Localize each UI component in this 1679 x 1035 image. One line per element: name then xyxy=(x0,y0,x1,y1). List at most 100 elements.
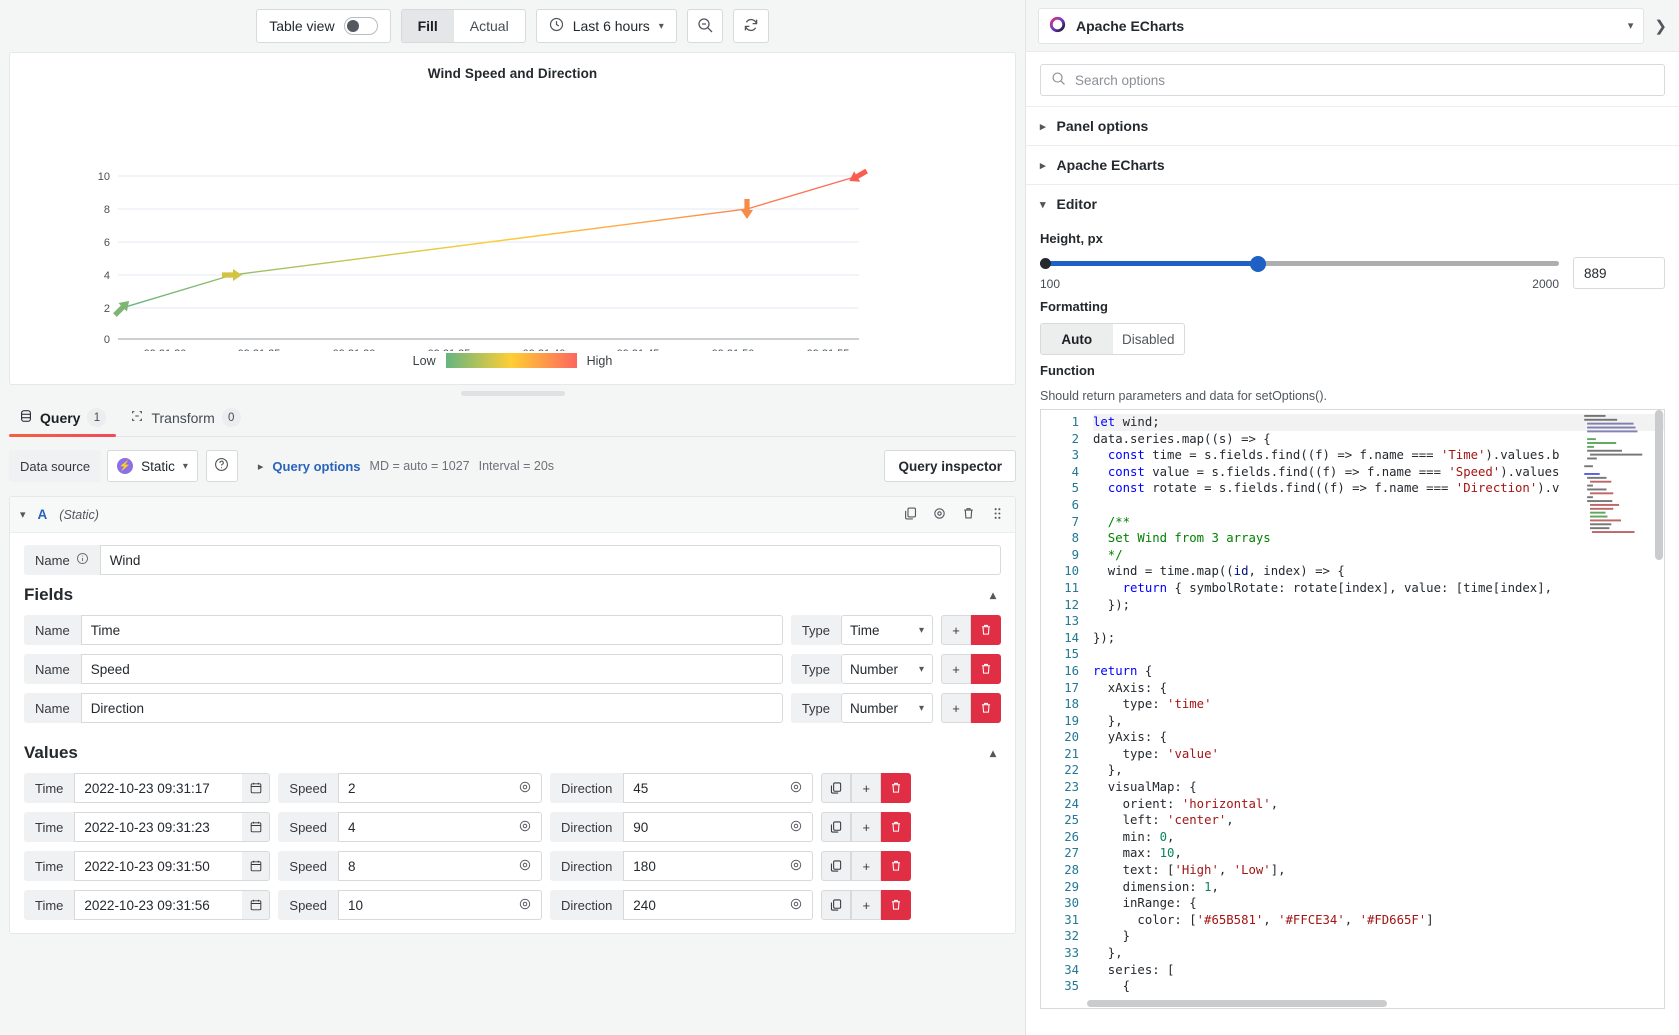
target-icon[interactable] xyxy=(789,780,803,797)
value-speed-input[interactable]: 10 xyxy=(338,890,542,920)
target-icon[interactable] xyxy=(518,897,532,914)
target-icon[interactable] xyxy=(789,897,803,914)
value-direction-input[interactable]: 45 xyxy=(623,773,814,803)
value-direction-input[interactable]: 90 xyxy=(623,812,814,842)
height-slider[interactable] xyxy=(1040,255,1559,273)
formatting-segmented[interactable]: Auto Disabled xyxy=(1040,323,1185,355)
panel-resize-handle[interactable] xyxy=(0,385,1025,398)
formatting-auto-option[interactable]: Auto xyxy=(1041,324,1113,354)
delete-value-button[interactable] xyxy=(881,890,912,920)
duplicate-value-button[interactable] xyxy=(821,851,852,881)
svg-text:4: 4 xyxy=(104,270,110,282)
field-type-label: Type xyxy=(790,615,841,645)
search-options-field[interactable]: Search options xyxy=(1040,64,1665,96)
tab-query[interactable]: Query 1 xyxy=(9,400,117,437)
collapse-query-icon[interactable]: ▾ xyxy=(20,508,26,521)
delete-value-button[interactable] xyxy=(881,851,912,881)
duplicate-value-button[interactable] xyxy=(821,773,852,803)
zoom-out-button[interactable] xyxy=(686,9,723,43)
delete-field-button[interactable] xyxy=(971,615,1001,645)
field-type-select[interactable]: Number ▾ xyxy=(841,693,933,723)
section-apache-echarts-header[interactable]: ▸ Apache ECharts xyxy=(1026,146,1679,184)
datasource-picker[interactable]: ⚡ Static ▾ xyxy=(107,450,198,482)
tab-transform[interactable]: Transform 0 xyxy=(120,400,250,436)
target-icon[interactable] xyxy=(518,780,532,797)
value-time-input[interactable]: 2022-10-23 09:31:50 xyxy=(74,851,243,881)
field-name-input[interactable]: Direction xyxy=(80,693,783,723)
query-options[interactable]: ▸ Query options MD = auto = 1027 Interva… xyxy=(258,459,554,474)
height-number-input[interactable]: 889 xyxy=(1573,257,1665,289)
delete-field-button[interactable] xyxy=(971,654,1001,684)
value-time-input[interactable]: 2022-10-23 09:31:56 xyxy=(74,890,243,920)
slider-knob[interactable] xyxy=(1249,256,1266,272)
refresh-button[interactable] xyxy=(732,9,769,43)
fill-actual-segmented[interactable]: Fill Actual xyxy=(400,9,526,43)
trash-icon[interactable] xyxy=(961,506,976,524)
table-view-switch[interactable] xyxy=(343,17,378,35)
duplicate-value-button[interactable] xyxy=(821,812,852,842)
calendar-icon[interactable] xyxy=(242,773,271,803)
drag-handle-icon[interactable] xyxy=(990,506,1005,524)
value-speed-input[interactable]: 4 xyxy=(338,812,542,842)
query-options-label[interactable]: Query options xyxy=(272,459,360,474)
code-minimap[interactable] xyxy=(1582,413,1660,533)
query-inspector-button[interactable]: Query inspector xyxy=(884,450,1016,482)
datasource-help-button[interactable] xyxy=(205,450,238,482)
field-name-input[interactable]: Time xyxy=(80,615,783,645)
add-field-button[interactable]: + xyxy=(941,654,971,684)
code-editor[interactable]: 1 2 3 4 5 6 7 8 9 10 11 12 13 14 15 16 17 18 19 20 21 22 23 24 2… xyxy=(1040,409,1665,1009)
visualization-picker[interactable]: Apache ECharts ▾ xyxy=(1038,7,1645,44)
field-type-select[interactable]: Number ▾ xyxy=(841,654,933,684)
chevron-down-icon[interactable]: ▾ xyxy=(1628,19,1634,32)
eye-icon[interactable] xyxy=(932,506,947,524)
query-ref-id[interactable]: A xyxy=(38,507,48,522)
add-value-button[interactable]: + xyxy=(851,890,882,920)
echarts-canvas[interactable]: 10 8 6 4 2 0 09:31:20 09:31:25 09:31:30 … xyxy=(10,81,1015,351)
duplicate-value-button[interactable] xyxy=(821,890,852,920)
table-view-toggle[interactable]: Table view xyxy=(256,9,391,43)
fields-collapse-icon[interactable]: ▴ xyxy=(990,588,1001,602)
query-name-input[interactable]: Wind xyxy=(99,545,1001,575)
duplicate-icon[interactable] xyxy=(903,506,918,524)
delete-value-button[interactable] xyxy=(881,812,912,842)
code-horizontal-scrollbar[interactable] xyxy=(1087,999,1664,1008)
calendar-icon[interactable] xyxy=(242,812,271,842)
value-speed-label: Speed xyxy=(278,851,338,881)
time-range-picker[interactable]: Last 6 hours ▾ xyxy=(535,9,677,43)
collapse-options-button[interactable]: ❯ xyxy=(1654,17,1667,35)
add-value-button[interactable]: + xyxy=(851,773,882,803)
add-field-button[interactable]: + xyxy=(941,693,971,723)
field-type-select[interactable]: Time ▾ xyxy=(841,615,933,645)
target-icon[interactable] xyxy=(789,819,803,836)
panel-toolbar: Table view Fill Actual Last 6 hours ▾ xyxy=(0,0,1025,52)
value-speed-input[interactable]: 2 xyxy=(338,773,542,803)
field-name-label: Name xyxy=(24,654,81,684)
target-icon[interactable] xyxy=(789,858,803,875)
field-name-input[interactable]: Speed xyxy=(80,654,783,684)
delete-field-button[interactable] xyxy=(971,693,1001,723)
add-value-button[interactable]: + xyxy=(851,812,882,842)
values-collapse-icon[interactable]: ▴ xyxy=(990,746,1001,760)
code-vertical-scrollbar[interactable] xyxy=(1654,410,1664,1008)
value-time-input[interactable]: 2022-10-23 09:31:23 xyxy=(74,812,243,842)
legend-gradient-bar[interactable] xyxy=(445,353,577,368)
editor-section-body: Height, px 100 2000 889 Formatting Auto … xyxy=(1026,223,1679,1035)
actual-option[interactable]: Actual xyxy=(454,10,525,42)
value-direction-input[interactable]: 180 xyxy=(623,851,814,881)
section-editor-header[interactable]: ▾ Editor xyxy=(1026,185,1679,223)
target-icon[interactable] xyxy=(518,858,532,875)
value-direction-input[interactable]: 240 xyxy=(623,890,814,920)
calendar-icon[interactable] xyxy=(242,851,271,881)
add-field-button[interactable]: + xyxy=(941,615,971,645)
code-content[interactable]: let wind; data.series.map((s) => { const … xyxy=(1087,410,1664,1008)
section-panel-options-header[interactable]: ▸ Panel options xyxy=(1026,107,1679,145)
calendar-icon[interactable] xyxy=(242,890,271,920)
add-value-button[interactable]: + xyxy=(851,851,882,881)
visualmap-legend[interactable]: Low High xyxy=(10,353,1015,368)
delete-value-button[interactable] xyxy=(881,773,912,803)
formatting-disabled-option[interactable]: Disabled xyxy=(1113,324,1185,354)
value-time-input[interactable]: 2022-10-23 09:31:17 xyxy=(74,773,243,803)
fill-option[interactable]: Fill xyxy=(401,10,454,42)
value-speed-input[interactable]: 8 xyxy=(338,851,542,881)
target-icon[interactable] xyxy=(518,819,532,836)
